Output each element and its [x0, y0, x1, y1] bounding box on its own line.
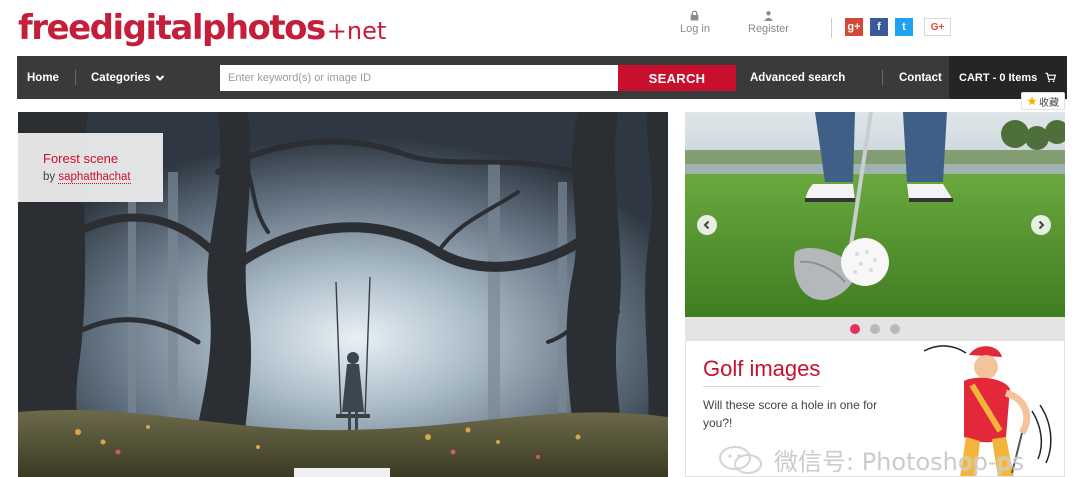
twitter-glyph: t	[902, 21, 906, 33]
image-slider[interactable]	[685, 112, 1065, 317]
slider-dot-1[interactable]	[850, 324, 860, 334]
site-logo[interactable]: freedigitalphotos +net	[18, 8, 386, 48]
caption-by-label: by	[43, 171, 56, 183]
caption-byline: by saphatthachat	[43, 171, 163, 184]
image-caption: Forest scene by saphatthachat	[18, 133, 163, 202]
slider-dot-3[interactable]	[890, 324, 900, 334]
nav-divider	[882, 70, 883, 85]
hero-tab	[294, 468, 390, 477]
main-nav: Home Categories SEARCH Advanced search C…	[17, 56, 1067, 99]
register-label: Register	[748, 23, 789, 35]
cart-icon	[1045, 72, 1057, 83]
promo-text: Will these score a hole in one for you?!	[703, 398, 878, 430]
lock-icon	[691, 10, 699, 21]
login-label: Log in	[680, 23, 710, 35]
facebook-glyph: f	[877, 21, 881, 33]
slider-pagination	[685, 317, 1065, 341]
nav-divider	[75, 70, 76, 85]
logo-suffix: +net	[326, 17, 387, 45]
caption-author-link[interactable]: saphatthachat	[58, 171, 131, 184]
nav-home[interactable]: Home	[27, 56, 59, 99]
logo-text: freedigitalphotos	[18, 8, 326, 48]
star-icon	[1027, 96, 1037, 106]
watermark: 微信号: Photoshop-ps	[718, 442, 1024, 477]
register-link[interactable]: Register	[748, 10, 789, 35]
chevron-right-icon	[1038, 220, 1045, 230]
slider-dot-2[interactable]	[870, 324, 880, 334]
golf-slide-image	[685, 112, 1065, 317]
nav-categories-label: Categories	[91, 71, 151, 84]
featured-image[interactable]: Forest scene by saphatthachat	[18, 112, 668, 477]
caption-title[interactable]: Forest scene	[43, 151, 163, 166]
slider-prev-button[interactable]	[697, 215, 717, 235]
slider-next-button[interactable]	[1031, 215, 1051, 235]
twitter-icon[interactable]: t	[895, 18, 913, 36]
header-divider	[831, 18, 832, 38]
contact-link[interactable]: Contact	[899, 56, 942, 99]
favorite-button[interactable]: 收藏	[1021, 92, 1065, 110]
promo-title[interactable]: Golf images	[703, 356, 821, 387]
chevron-left-icon	[703, 220, 710, 230]
favorite-label: 收藏	[1039, 97, 1059, 109]
google-plus-glyph: g+	[847, 21, 861, 33]
login-link[interactable]: Log in	[680, 10, 710, 35]
cart-label: CART - 0 Items	[959, 71, 1038, 84]
nav-categories[interactable]: Categories	[91, 56, 165, 99]
search-input[interactable]	[220, 65, 618, 91]
page: freedigitalphotos +net Log in Register g…	[0, 0, 1080, 477]
search-button[interactable]: SEARCH	[618, 65, 736, 91]
google-plus-icon[interactable]: g+	[845, 18, 863, 36]
watermark-text: 微信号: Photoshop-ps	[774, 448, 1025, 476]
chevron-down-icon	[156, 74, 165, 81]
advanced-search-link[interactable]: Advanced search	[750, 56, 845, 99]
google-plus-one-glyph: G+	[930, 21, 945, 33]
wechat-icon	[719, 445, 762, 474]
facebook-icon[interactable]: f	[870, 18, 888, 36]
user-add-icon	[764, 11, 773, 21]
google-plus-one-button[interactable]: G+	[924, 18, 951, 36]
